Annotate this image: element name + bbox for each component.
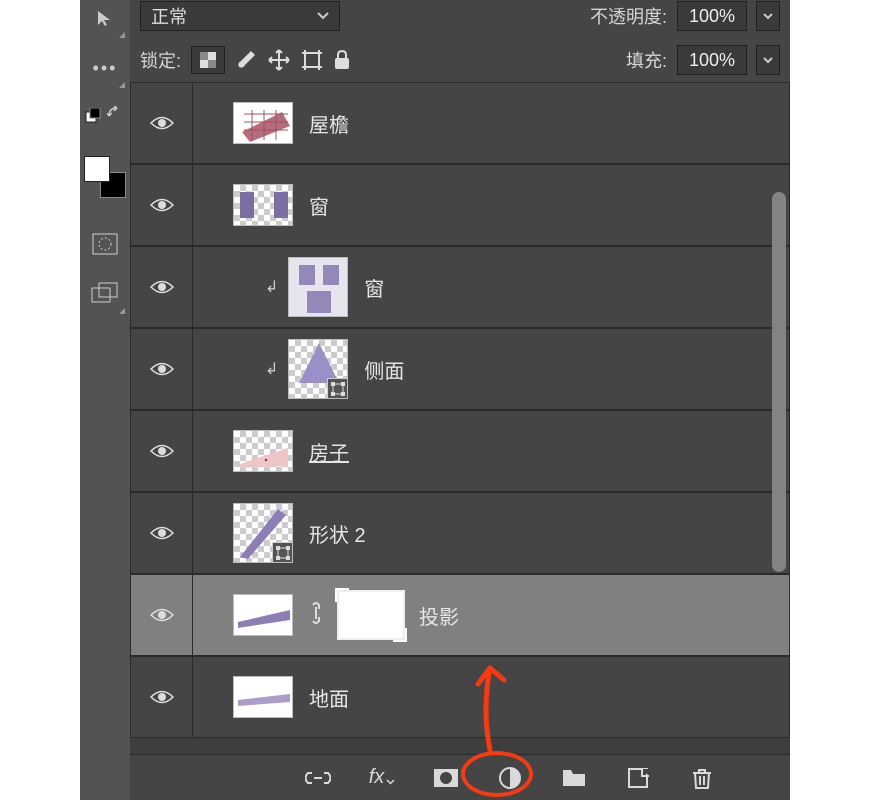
mask-link-icon[interactable] (309, 602, 323, 629)
shape-badge-icon (327, 378, 348, 399)
layer-content: 窗 (193, 184, 789, 226)
tool-move[interactable] (87, 0, 123, 36)
tool-screenmode[interactable] (87, 276, 123, 312)
fill-label: 填充: (626, 47, 667, 73)
default-swap-colors[interactable] (85, 106, 125, 146)
blend-mode-select[interactable]: 正常 (140, 1, 340, 31)
layer-row[interactable]: 窗 (130, 164, 790, 246)
adjustment-layer-button[interactable] (495, 763, 525, 793)
layer-thumbnail[interactable] (233, 102, 293, 144)
fx-button[interactable]: fx (367, 763, 397, 793)
layer-name[interactable]: 形状 2 (309, 519, 366, 548)
layers-panel: 正常 不透明度: 100% 锁定: (130, 0, 790, 800)
tools-column: ••• (80, 0, 130, 800)
scrollbar[interactable] (772, 192, 786, 572)
visibility-toggle[interactable] (131, 657, 193, 737)
visibility-toggle[interactable] (131, 247, 193, 327)
panel-bottom-bar: fx (130, 754, 790, 800)
visibility-toggle[interactable] (131, 411, 193, 491)
tool-quickmask[interactable] (87, 226, 123, 262)
opacity-value[interactable]: 100% (677, 1, 747, 31)
visibility-toggle[interactable] (131, 493, 193, 573)
layer-content: ↳ 侧面 (193, 339, 789, 399)
layer-thumbnail[interactable] (233, 676, 293, 718)
lock-all[interactable] (333, 50, 351, 70)
group-button[interactable] (559, 763, 589, 793)
visibility-toggle[interactable] (131, 165, 193, 245)
layer-thumbnail[interactable] (233, 594, 293, 636)
layer-name[interactable]: 窗 (364, 273, 384, 302)
lock-artboard[interactable] (301, 49, 323, 71)
lock-brush[interactable] (235, 49, 257, 71)
opacity-label: 不透明度: (590, 3, 667, 29)
layer-name[interactable]: 地面 (309, 683, 349, 712)
mask-thumbnail[interactable] (339, 592, 403, 638)
layer-content: 形状 2 (193, 503, 789, 563)
new-layer-button[interactable] (623, 763, 653, 793)
layer-thumbnail[interactable] (233, 430, 293, 472)
delete-layer-button[interactable] (687, 763, 717, 793)
layer-content: 屋檐 (193, 102, 789, 144)
visibility-toggle[interactable] (131, 575, 193, 655)
layer-row[interactable]: 投影 (130, 574, 790, 656)
layer-name[interactable]: 投影 (419, 601, 459, 630)
blend-mode-value: 正常 (151, 3, 187, 29)
add-mask-button[interactable] (431, 763, 461, 793)
panel-header: 正常 不透明度: 100% 锁定: (130, 0, 790, 82)
clip-indicator-icon: ↳ (265, 277, 278, 297)
layer-row[interactable]: 形状 2 (130, 492, 790, 574)
layer-row[interactable]: 地面 (130, 656, 790, 738)
layer-content: 投影 (193, 592, 789, 638)
layer-thumbnail[interactable] (288, 339, 348, 399)
layers-list: 屋檐窗↳窗↳侧面房子形状 2投影地面 (130, 82, 790, 754)
layer-thumbnail[interactable] (288, 257, 348, 317)
layer-name[interactable]: 屋檐 (309, 109, 349, 138)
layer-content: 房子 (193, 430, 789, 472)
tool-more[interactable]: ••• (87, 50, 123, 86)
lock-label: 锁定: (140, 47, 181, 73)
layer-row[interactable]: ↳窗 (130, 246, 790, 328)
foreground-background-colors[interactable] (84, 156, 126, 198)
layer-content: ↳窗 (193, 257, 789, 317)
layer-row[interactable]: 房子 (130, 410, 790, 492)
visibility-toggle[interactable] (131, 83, 193, 163)
lock-position[interactable] (267, 48, 291, 72)
fill-dropdown[interactable] (756, 45, 780, 75)
layer-row[interactable]: ↳ 侧面 (130, 328, 790, 410)
layer-name[interactable]: 房子 (309, 437, 349, 466)
lock-transparency[interactable] (191, 46, 225, 74)
layer-thumbnail[interactable] (233, 503, 293, 563)
layer-name[interactable]: 窗 (309, 191, 329, 220)
shape-badge-icon (272, 542, 293, 563)
layer-content: 地面 (193, 676, 789, 718)
layer-name[interactable]: 侧面 (364, 355, 404, 384)
visibility-toggle[interactable] (131, 329, 193, 409)
clip-indicator-icon: ↳ (265, 359, 278, 379)
layer-row[interactable]: 屋檐 (130, 82, 790, 164)
link-layers-button[interactable] (303, 763, 333, 793)
fill-value[interactable]: 100% (677, 45, 747, 75)
opacity-dropdown[interactable] (756, 1, 780, 31)
layer-thumbnail[interactable] (233, 184, 293, 226)
